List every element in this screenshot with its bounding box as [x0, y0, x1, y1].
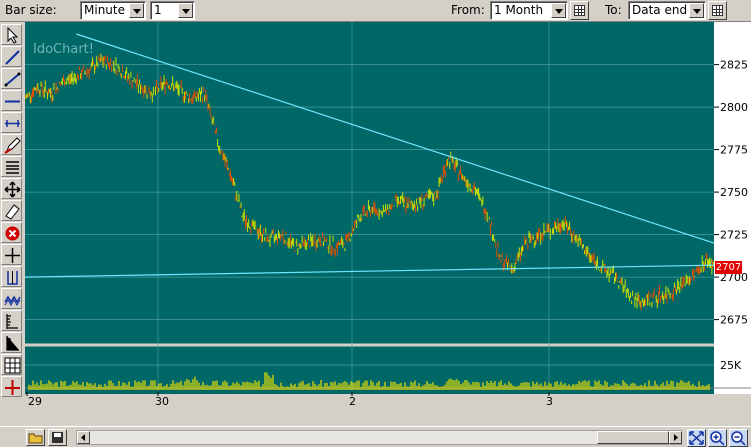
ruler-icon	[6, 314, 18, 329]
scroll-left-button[interactable]	[77, 431, 90, 444]
y-tick-label: 2750	[720, 186, 748, 199]
calendar-icon	[574, 5, 585, 16]
marker-icon	[5, 380, 20, 395]
bottom-bar	[0, 426, 751, 447]
arrow-right-icon	[674, 434, 678, 441]
x-tick-label: 2	[349, 395, 356, 406]
pointer-tool-button[interactable]	[1, 24, 22, 45]
to-calendar-button[interactable]	[708, 1, 727, 20]
bar-size-label: Bar size:	[5, 3, 57, 17]
grid-tool-button[interactable]	[1, 354, 22, 375]
trend-line-icon	[4, 72, 21, 87]
from-label: From:	[451, 3, 485, 17]
save-button[interactable]	[48, 429, 67, 446]
expand-icon	[689, 431, 704, 445]
y-tick-label: 2825	[720, 59, 748, 72]
horizontal-scrollbar[interactable]	[76, 430, 682, 445]
fibonacci-icon	[6, 161, 19, 174]
wave-icon	[4, 295, 21, 306]
plot-background	[25, 22, 751, 406]
calendar-icon	[712, 5, 723, 16]
y-tick-label: 2800	[720, 101, 748, 114]
scroll-right-button[interactable]	[669, 431, 682, 444]
eraser-tool-button[interactable]	[1, 200, 22, 221]
drawing-tools	[0, 22, 23, 397]
pointer-icon	[7, 26, 19, 44]
y-tick-label: 2675	[720, 314, 748, 327]
horizontal-line-icon	[5, 100, 20, 103]
price-chart[interactable]: 282528002775275027252700267525K293023Oct…	[25, 22, 751, 406]
volume-tick-label: 25K	[720, 359, 742, 372]
measure-icon	[5, 120, 20, 127]
floppy-icon	[52, 432, 63, 443]
ruler-bottom-tool-button[interactable]	[1, 332, 22, 353]
bar-count-value: 1	[154, 3, 162, 17]
line-tool-tool-button[interactable]	[1, 46, 22, 67]
move-tool-button[interactable]	[1, 178, 22, 199]
zoom-out-icon	[731, 431, 746, 446]
x-tick-label: 29	[28, 395, 42, 406]
from-select[interactable]: 1 Month	[490, 1, 568, 20]
watermark: IdoChart!	[33, 42, 94, 57]
horizontal-line-tool-button[interactable]	[1, 90, 22, 111]
pencil-icon	[4, 137, 21, 154]
bar-count-select[interactable]: 1	[150, 1, 195, 20]
x-tick-label: 30	[155, 395, 169, 406]
grid-icon	[4, 357, 21, 374]
marker-tool-button[interactable]	[1, 376, 22, 397]
chevron-down-icon[interactable]	[689, 3, 704, 18]
y-tick-label: 2725	[720, 229, 748, 242]
to-select[interactable]: Data end	[628, 1, 706, 20]
y-tick-label: 2775	[720, 144, 748, 157]
top-toolbar: Bar size: Minute 1 From: 1 Month To: Dat…	[0, 0, 751, 22]
to-label: To:	[605, 3, 622, 17]
zoom-out-button[interactable]	[729, 429, 748, 447]
ruler-tool-button[interactable]	[1, 310, 22, 331]
scroll-thumb[interactable]	[597, 431, 669, 444]
arrow-left-icon	[81, 434, 85, 441]
chart-canvas[interactable]: 282528002775275027252700267525K293023Oct…	[25, 22, 751, 406]
open-button[interactable]	[26, 429, 45, 446]
trend-line-tool-button[interactable]	[1, 68, 22, 89]
fit-button[interactable]	[687, 429, 706, 447]
time-axis-background	[25, 394, 751, 406]
chevron-down-icon[interactable]	[129, 3, 144, 18]
fibonacci-tool-button[interactable]	[1, 156, 22, 177]
delete-icon	[5, 226, 20, 241]
move-icon	[4, 181, 21, 198]
ruler-bottom-icon	[6, 336, 19, 351]
last-price-tag: 2707	[715, 261, 742, 274]
chevron-down-icon[interactable]	[551, 3, 566, 18]
crosshair-tool-button[interactable]	[1, 244, 22, 265]
delete-tool-button[interactable]	[1, 222, 22, 243]
x-tick-label: 3	[546, 395, 553, 406]
from-calendar-button[interactable]	[570, 1, 589, 20]
measure-tool-button[interactable]	[1, 112, 22, 133]
zoom-in-button[interactable]	[708, 429, 727, 447]
crosshair-icon	[5, 248, 20, 263]
to-value: Data end	[632, 3, 688, 17]
bracket-icon	[7, 271, 18, 285]
from-value: 1 Month	[494, 3, 544, 17]
pencil-tool-button[interactable]	[1, 134, 22, 155]
chart-window: Bar size: Minute 1 From: 1 Month To: Dat…	[0, 0, 751, 447]
eraser-icon	[5, 204, 20, 220]
folder-icon	[28, 433, 43, 444]
bar-size-select[interactable]: Minute	[80, 1, 146, 20]
wave-tool-button[interactable]	[1, 288, 22, 309]
price-axis-background	[714, 22, 751, 394]
bar-size-value: Minute	[84, 3, 125, 17]
bracket-tool-button[interactable]	[1, 266, 22, 287]
chevron-down-icon[interactable]	[178, 3, 193, 18]
zoom-in-icon	[710, 431, 725, 446]
line-tool-icon	[5, 50, 20, 65]
